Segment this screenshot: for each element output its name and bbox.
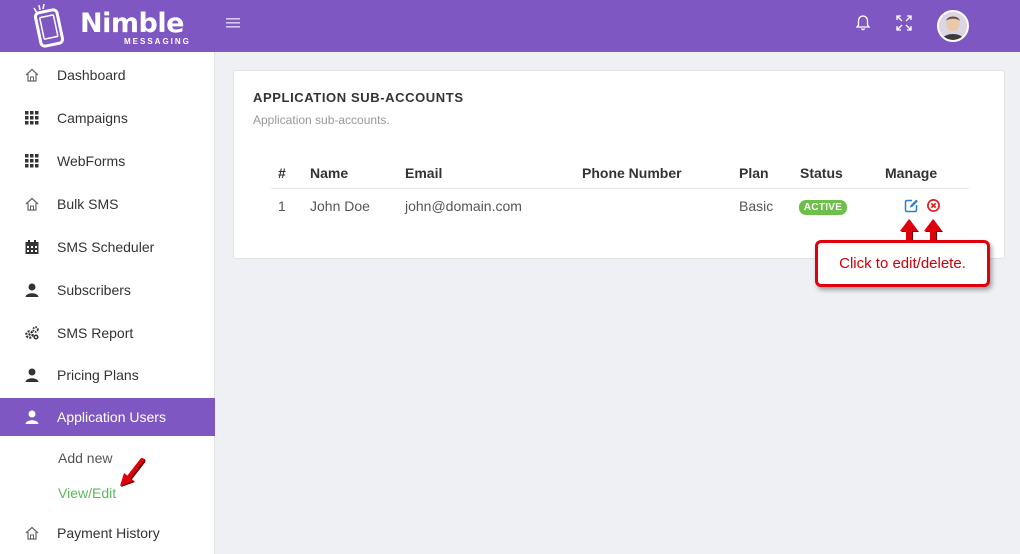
user-icon (24, 409, 40, 425)
sidebar-item-bulk-sms[interactable]: Bulk SMS (0, 185, 215, 223)
delete-icon[interactable] (926, 198, 941, 213)
column-header-manage: Manage (885, 165, 938, 181)
row-plan: Basic (739, 198, 774, 214)
column-header-number: # (278, 165, 286, 181)
table-divider (271, 188, 969, 189)
sidebar-item-webforms[interactable]: WebForms (0, 142, 215, 180)
card-subtitle: Application sub-accounts. (253, 113, 390, 127)
gears-icon (24, 325, 40, 341)
home-icon (24, 67, 40, 83)
column-header-status: Status (800, 165, 843, 181)
status-badge: ACTIVE (799, 200, 847, 215)
user-icon (24, 282, 40, 298)
hamburger-icon[interactable] (226, 17, 242, 33)
sidebar-item-label: Bulk SMS (57, 196, 119, 212)
grid-icon (24, 110, 40, 126)
sidebar-item-label: Application Users (57, 409, 166, 425)
column-header-phone: Phone Number (582, 165, 682, 181)
callout-text: Click to edit/delete. (839, 255, 966, 272)
sidebar-item-label: SMS Scheduler (57, 239, 155, 255)
phone-logo-icon (33, 4, 65, 48)
row-email: john@domain.com (405, 198, 522, 214)
sidebar: Dashboard Campaigns WebForms Bulk SMS SM… (0, 52, 215, 554)
grid-icon (24, 153, 40, 169)
home-icon (24, 525, 40, 541)
fullscreen-icon[interactable] (895, 14, 915, 34)
sidebar-item-sms-scheduler[interactable]: SMS Scheduler (0, 228, 215, 266)
column-header-email: Email (405, 165, 443, 181)
top-bar: Nimble MESSAGING (0, 0, 1020, 52)
instruction-callout: Click to edit/delete. (815, 240, 990, 287)
bell-icon[interactable] (854, 14, 874, 34)
sidebar-item-label: Payment History (57, 525, 160, 541)
sidebar-item-label: Pricing Plans (57, 367, 139, 383)
sidebar-item-label: Campaigns (57, 110, 128, 126)
sub-accounts-card: APPLICATION SUB-ACCOUNTS Application sub… (233, 70, 1005, 259)
subitem-add-new[interactable]: Add new (58, 450, 112, 466)
brand-name: Nimble (80, 8, 184, 39)
user-icon (24, 367, 40, 383)
sidebar-item-label: Dashboard (57, 67, 126, 83)
calendar-icon (24, 239, 40, 255)
sidebar-item-payment-history[interactable]: Payment History (0, 514, 215, 552)
sidebar-item-label: WebForms (57, 153, 126, 169)
card-title: APPLICATION SUB-ACCOUNTS (253, 90, 464, 105)
subitem-view-edit[interactable]: View/Edit (58, 485, 116, 501)
sidebar-item-campaigns[interactable]: Campaigns (0, 99, 215, 137)
row-name: John Doe (310, 198, 370, 214)
column-header-name: Name (310, 165, 349, 181)
sidebar-item-dashboard[interactable]: Dashboard (0, 56, 215, 94)
sidebar-item-label: SMS Report (57, 325, 134, 341)
sidebar-item-sms-report[interactable]: SMS Report (0, 314, 215, 352)
brand-logo[interactable]: Nimble MESSAGING (30, 4, 190, 48)
column-header-plan: Plan (739, 165, 769, 181)
user-avatar[interactable] (937, 10, 969, 42)
sidebar-item-subscribers[interactable]: Subscribers (0, 271, 215, 309)
sidebar-item-label: Subscribers (57, 282, 131, 298)
edit-icon[interactable] (904, 198, 919, 213)
sidebar-item-application-users[interactable]: Application Users (0, 398, 215, 436)
home-icon (24, 196, 40, 212)
brand-tagline: MESSAGING (124, 37, 191, 46)
row-number: 1 (278, 198, 286, 214)
sidebar-item-pricing-plans[interactable]: Pricing Plans (0, 356, 215, 394)
pointer-arrow-icon (120, 458, 146, 487)
